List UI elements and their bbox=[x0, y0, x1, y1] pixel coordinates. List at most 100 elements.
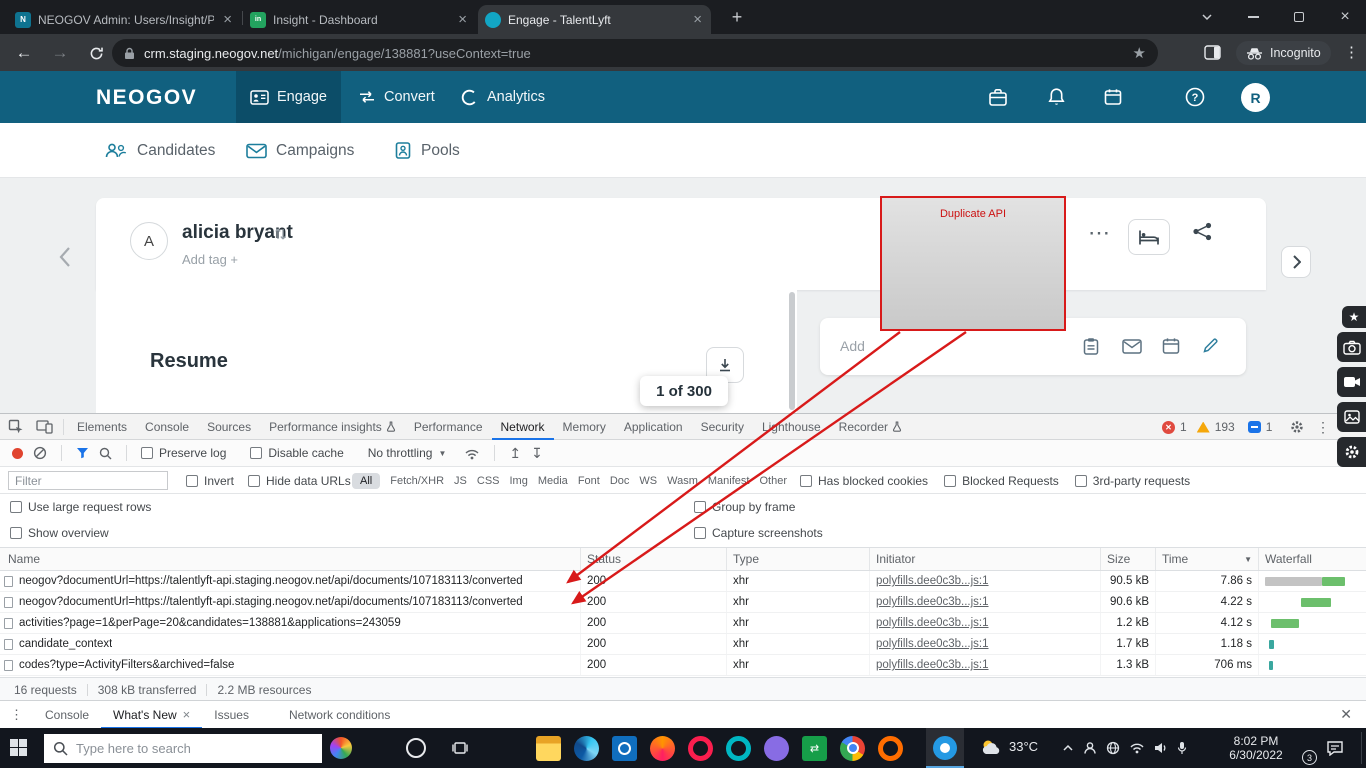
email-icon[interactable] bbox=[1122, 339, 1142, 354]
has-blocked-cookies-checkbox[interactable]: Has blocked cookies bbox=[800, 474, 928, 488]
nav-item-convert[interactable]: Convert bbox=[344, 71, 449, 123]
tray-network-globe-icon[interactable] bbox=[1106, 741, 1120, 755]
devtools-tab-application[interactable]: Application bbox=[615, 414, 692, 440]
drawer-tab-issues[interactable]: Issues bbox=[202, 701, 261, 729]
network-conditions-icon[interactable] bbox=[464, 447, 480, 460]
briefcase-icon[interactable] bbox=[988, 88, 1008, 107]
quick-add-label[interactable]: Add bbox=[840, 338, 865, 354]
device-toolbar-icon[interactable] bbox=[30, 420, 59, 434]
network-request-row[interactable]: activities?page=1&perPage=20&candidates=… bbox=[0, 613, 1366, 634]
devtools-tab-memory[interactable]: Memory bbox=[554, 414, 615, 440]
drawer-tab-network-conditions[interactable]: Network conditions bbox=[277, 701, 402, 729]
column-header-name[interactable]: Name bbox=[0, 548, 580, 570]
outlook-mail-icon[interactable] bbox=[612, 736, 637, 761]
task-view-icon[interactable] bbox=[452, 741, 468, 755]
filter-pill-all[interactable]: All bbox=[352, 473, 380, 489]
warning-badge-icon[interactable] bbox=[1197, 422, 1210, 433]
close-window-button[interactable]: × bbox=[1324, 0, 1366, 34]
devtools-tab-elements[interactable]: Elements bbox=[68, 414, 136, 440]
column-header-type[interactable]: Type bbox=[726, 548, 869, 570]
tray-microphone-icon[interactable] bbox=[1177, 741, 1187, 755]
capture-tool-icon[interactable]: ⇄ bbox=[802, 736, 827, 761]
tray-wifi-icon[interactable] bbox=[1129, 742, 1145, 754]
tab-close-icon[interactable]: × bbox=[456, 12, 469, 27]
filter-pill-doc[interactable]: Doc bbox=[610, 475, 630, 487]
teal-browser-icon[interactable] bbox=[726, 736, 751, 761]
network-request-row[interactable]: neogov?documentUrl=https://talentlyft-ap… bbox=[0, 592, 1366, 613]
tray-people-icon[interactable] bbox=[1083, 741, 1097, 755]
back-icon[interactable]: ← bbox=[12, 41, 36, 65]
start-button[interactable] bbox=[10, 739, 27, 756]
browser-tab-neogov-admin[interactable]: N NEOGOV Admin: Users/Insight/P × bbox=[8, 5, 241, 34]
filter-funnel-icon[interactable] bbox=[76, 447, 89, 459]
filter-pill-img[interactable]: Img bbox=[510, 475, 528, 487]
filter-input[interactable] bbox=[8, 471, 168, 490]
drawer-close-icon[interactable]: ✕ bbox=[1340, 706, 1352, 723]
edit-pencil-icon[interactable] bbox=[1202, 337, 1219, 354]
new-tab-button[interactable]: + bbox=[722, 0, 752, 34]
filter-pill-js[interactable]: JS bbox=[454, 475, 467, 487]
sort-candidates-icon[interactable] bbox=[274, 227, 287, 241]
tab-close-icon[interactable]: × bbox=[221, 12, 234, 27]
network-request-row[interactable]: codes?type=ActivityFilters&archived=fals… bbox=[0, 655, 1366, 676]
column-header-waterfall[interactable]: Waterfall bbox=[1258, 548, 1366, 570]
firefox-browser-icon[interactable] bbox=[650, 736, 675, 761]
filter-pill-other[interactable]: Other bbox=[759, 475, 787, 487]
capture-screenshots-checkbox[interactable]: Capture screenshots bbox=[694, 526, 823, 540]
taskbar-search-input[interactable] bbox=[76, 741, 313, 756]
devtools-tab-recorder[interactable]: Recorder bbox=[830, 414, 911, 440]
show-desktop-strip[interactable] bbox=[1361, 732, 1362, 764]
active-app-button[interactable] bbox=[926, 728, 964, 768]
add-tag-link[interactable]: Add tag + bbox=[182, 252, 238, 267]
search-highlights-icon[interactable] bbox=[330, 737, 352, 759]
weather-widget[interactable]: 33°C bbox=[980, 738, 1038, 755]
taskbar-clock[interactable]: 8:02 PM 6/30/2022 bbox=[1214, 735, 1298, 763]
inspect-element-icon[interactable] bbox=[0, 419, 30, 435]
tab-close-icon[interactable]: × bbox=[691, 12, 704, 27]
filter-pill-fetch-xhr[interactable]: Fetch/XHR bbox=[390, 475, 444, 487]
notifications-bell-icon[interactable] bbox=[1047, 87, 1066, 107]
column-header-time[interactable]: Time▼ bbox=[1155, 548, 1258, 570]
import-har-icon[interactable]: ↥ bbox=[509, 445, 521, 462]
browser-tab-insight[interactable]: in Insight - Dashboard × bbox=[243, 5, 476, 34]
filter-pill-ws[interactable]: WS bbox=[639, 475, 657, 487]
capture-star-icon[interactable]: ★ bbox=[1342, 306, 1366, 328]
previous-candidate-chevron-icon[interactable] bbox=[58, 246, 71, 268]
filter-pill-manifest[interactable]: Manifest bbox=[708, 475, 750, 487]
network-request-row[interactable]: neogov?documentUrl=https://talentlyft-ap… bbox=[0, 571, 1366, 592]
cortana-icon[interactable] bbox=[406, 738, 426, 758]
network-request-row[interactable]: candidate_context 200 xhr polyfills.dee0… bbox=[0, 634, 1366, 655]
purple-app-icon[interactable] bbox=[764, 736, 789, 761]
neogov-logo[interactable]: NEOGOV bbox=[96, 86, 197, 110]
invert-checkbox[interactable]: Invert bbox=[186, 474, 234, 488]
throttling-dropdown[interactable]: No throttling▼ bbox=[368, 446, 447, 460]
clear-network-log-icon[interactable] bbox=[33, 446, 47, 460]
group-by-frame-checkbox[interactable]: Group by frame bbox=[694, 500, 795, 514]
use-large-request-rows-checkbox[interactable]: Use large request rows bbox=[10, 500, 151, 514]
filter-pill-css[interactable]: CSS bbox=[477, 475, 500, 487]
column-header-size[interactable]: Size bbox=[1100, 548, 1155, 570]
browser-menu-icon[interactable]: ⋮ bbox=[1344, 43, 1359, 61]
filter-pill-font[interactable]: Font bbox=[578, 475, 600, 487]
capture-settings-gear-icon[interactable] bbox=[1337, 437, 1366, 467]
issues-badge-icon[interactable] bbox=[1248, 421, 1261, 433]
tray-expand-chevron-icon[interactable] bbox=[1062, 744, 1074, 752]
calendar-icon[interactable] bbox=[1104, 88, 1122, 106]
bed-button[interactable] bbox=[1128, 219, 1170, 255]
tasks-clipboard-icon[interactable] bbox=[1082, 337, 1100, 356]
drawer-menu-icon[interactable]: ⋮ bbox=[0, 707, 33, 723]
side-panel-icon[interactable] bbox=[1204, 45, 1221, 60]
subnav-item-campaigns[interactable]: Campaigns bbox=[246, 123, 354, 178]
devtools-tab-console[interactable]: Console bbox=[136, 414, 198, 440]
filter-pill-wasm[interactable]: Wasm bbox=[667, 475, 698, 487]
devtools-tab-performance[interactable]: Performance bbox=[405, 414, 492, 440]
chrome-browser-icon[interactable] bbox=[840, 736, 865, 761]
opera-browser-icon[interactable] bbox=[688, 736, 713, 761]
minimize-button[interactable] bbox=[1232, 0, 1274, 34]
orange-browser-icon[interactable] bbox=[878, 736, 903, 761]
devtools-tab-security[interactable]: Security bbox=[692, 414, 753, 440]
edge-browser-icon[interactable] bbox=[574, 736, 599, 761]
image-gallery-icon[interactable] bbox=[1337, 402, 1366, 432]
bookmark-star-icon[interactable]: ★ bbox=[1133, 44, 1146, 62]
reload-icon[interactable] bbox=[84, 41, 108, 65]
